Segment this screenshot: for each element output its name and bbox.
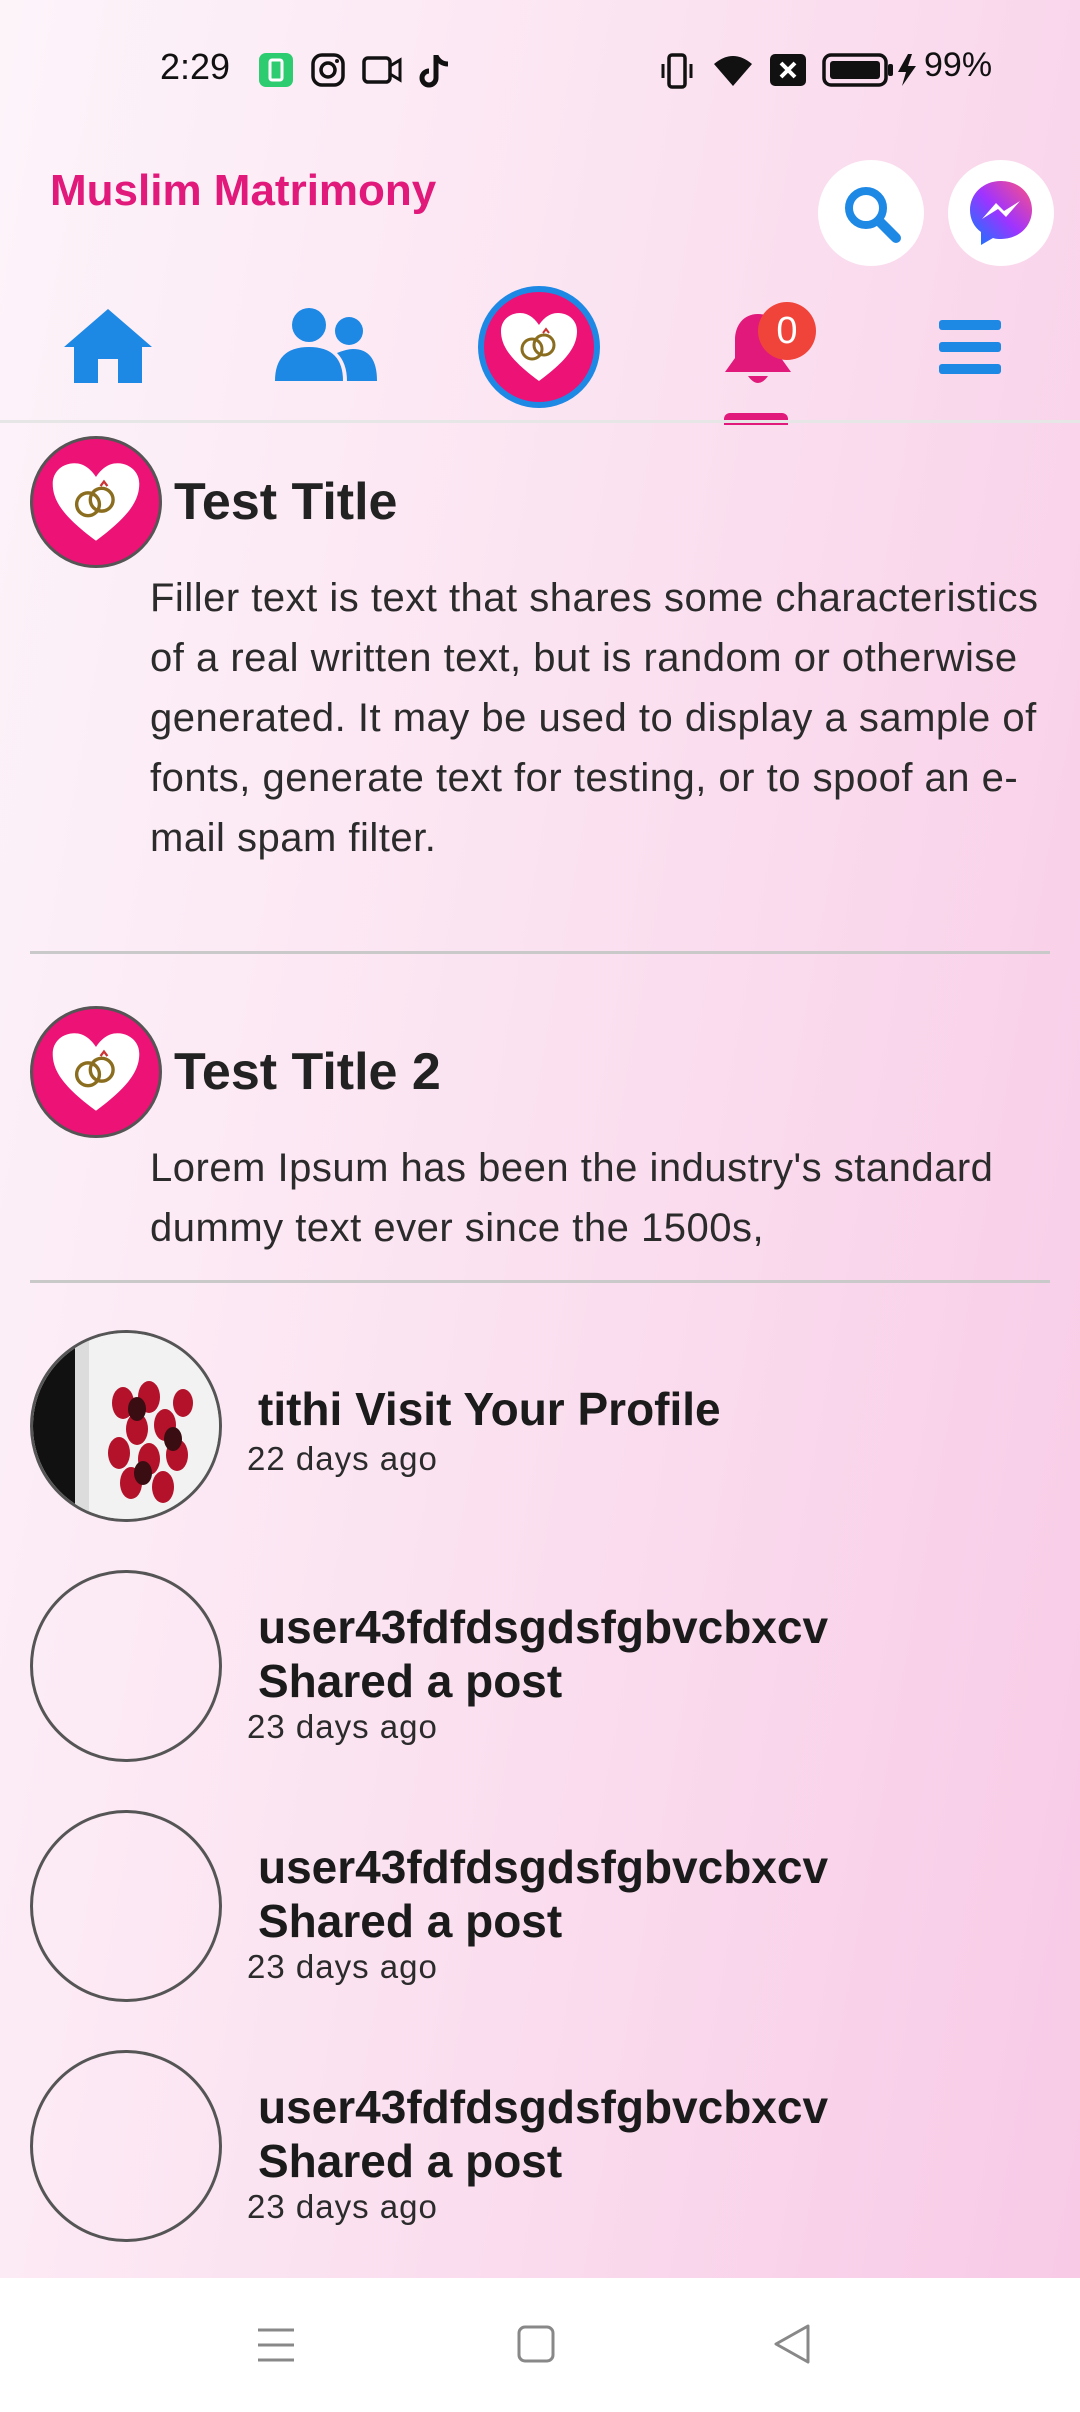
avatar [30, 2050, 222, 2242]
nav-divider [0, 420, 1080, 423]
post-avatar [30, 1006, 162, 1138]
post-title: Test Title 2 [174, 1043, 441, 1101]
matrimony-logo-icon [501, 313, 577, 381]
notification-action: Shared a post [258, 2135, 563, 2187]
notification-text: user43fdfdsgdsfgbvcbxcv Shared a post [258, 1600, 828, 1708]
menu-icon [939, 320, 1001, 374]
nav-menu[interactable] [930, 314, 1010, 380]
notification-item[interactable]: tithi Visit Your Profile 22 days ago [0, 1330, 1080, 1530]
post-avatar [30, 436, 162, 568]
avatar [30, 1810, 222, 2002]
post-divider [30, 951, 1050, 954]
battery-percent: 99% [924, 46, 993, 84]
notification-item[interactable]: user43fdfdsgdsfgbvcbxcv Shared a post 23… [0, 1570, 1080, 1770]
notification-count-badge: 0 [758, 302, 816, 360]
app-title: Muslim Matrimony [50, 166, 437, 215]
notification-time: 22 days ago [247, 1440, 438, 1477]
battery-icon [822, 53, 916, 87]
matrimony-logo [484, 292, 594, 402]
notification-text: user43fdfdsgdsfgbvcbxcv Shared a post [258, 2080, 828, 2188]
avatar [30, 1330, 222, 1522]
home-icon [64, 309, 152, 383]
system-navigation-bar [0, 2278, 1080, 2412]
vibrate-icon [661, 53, 693, 89]
home-nav-icon[interactable] [516, 2324, 556, 2364]
messenger-icon [970, 181, 1032, 245]
recent-apps-icon[interactable] [256, 2326, 296, 2364]
instagram-icon [311, 53, 345, 87]
battery-saver-app-icon [259, 53, 293, 87]
notification-action: Shared a post [258, 1655, 563, 1707]
post-body: Filler text is text that shares some cha… [150, 576, 1039, 860]
messenger-button[interactable] [948, 160, 1054, 266]
wifi-icon [714, 56, 752, 86]
avatar [30, 1570, 222, 1762]
status-time: 2:29 [160, 46, 231, 87]
people-icon [275, 308, 377, 381]
notification-time: 23 days ago [247, 1708, 438, 1745]
notification-time: 23 days ago [247, 2188, 438, 2225]
no-sim-icon [770, 54, 806, 86]
notification-action: Shared a post [258, 1895, 563, 1947]
back-icon[interactable] [772, 2322, 812, 2366]
matrimony-logo-icon [52, 1033, 140, 1111]
notification-item[interactable]: user43fdfdsgdsfgbvcbxcv Shared a post 23… [0, 1810, 1080, 2010]
matrimony-logo-icon [52, 463, 140, 541]
notification-text: tithi Visit Your Profile [258, 1383, 721, 1435]
profile-photo [33, 1333, 219, 1519]
tiktok-icon [419, 54, 449, 88]
search-icon [845, 187, 901, 243]
video-call-icon [362, 56, 402, 84]
notification-time: 23 days ago [247, 1948, 438, 1985]
nav-active-indicator [724, 413, 788, 425]
post-title: Test Title [174, 473, 398, 531]
notification-item[interactable]: user43fdfdsgdsfgbvcbxcv Shared a post 23… [0, 2050, 1080, 2250]
notification-user: user43fdfdsgdsfgbvcbxcv [258, 2081, 829, 2133]
nav-home[interactable] [58, 300, 158, 390]
post-body: Lorem Ipsum has been the industry's stan… [150, 1146, 994, 1250]
search-button[interactable] [818, 160, 924, 266]
nav-matrimony[interactable] [478, 286, 600, 408]
nav-people[interactable] [270, 305, 380, 385]
post-divider [30, 1280, 1050, 1283]
notification-user: user43fdfdsgdsfgbvcbxcv [258, 1841, 829, 1893]
notification-text: user43fdfdsgdsfgbvcbxcv Shared a post [258, 1840, 828, 1948]
status-bar: 2:29 99% [0, 0, 1080, 140]
notification-user: user43fdfdsgdsfgbvcbxcv [258, 1601, 829, 1653]
